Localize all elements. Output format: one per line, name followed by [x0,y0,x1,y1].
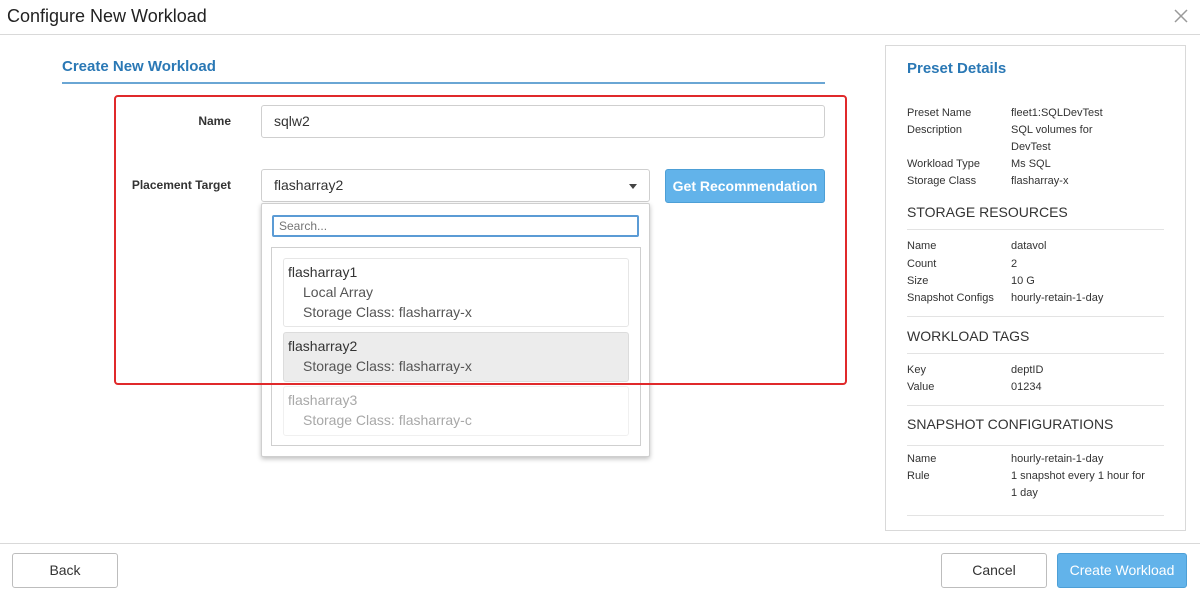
footer-divider [0,543,1200,544]
divider [907,229,1164,230]
preset-details-panel: Preset Details Preset Name fleet1:SQLDev… [885,45,1186,531]
dropdown-option-flasharray2[interactable]: flasharray2 Storage Class: flasharray-x [283,332,629,382]
field-value: 2 [1011,258,1018,270]
divider [907,316,1164,317]
placement-target-value: flasharray2 [274,177,344,193]
option-detail: Storage Class: flasharray-x [303,358,472,374]
option-name: flasharray2 [288,338,358,354]
option-detail: Local Array [303,284,374,300]
option-name: flasharray3 [288,392,358,408]
get-recommendation-button[interactable]: Get Recommendation [665,169,825,203]
dropdown-option-flasharray3: flasharray3 Storage Class: flasharray-c [283,386,629,436]
divider [907,445,1164,446]
field-value: Ms SQL [1011,158,1051,170]
section-title: Create New Workload [62,58,216,75]
close-icon[interactable] [1172,7,1190,25]
field-value: hourly-retain-1-day [1011,453,1104,465]
field-value: 01234 [1011,381,1042,393]
field-key: Size [907,275,929,287]
cancel-button[interactable]: Cancel [941,553,1047,588]
field-value: 1 snapshot every 1 hour for 1 day [1011,470,1145,499]
field-key: Key [907,364,926,376]
field-value: deptID [1011,364,1044,376]
field-value: fleet1:SQLDevTest [1011,107,1103,119]
workload-tags-heading: WORKLOAD TAGS [907,328,1030,344]
back-button[interactable]: Back [12,553,118,588]
dialog-title: Configure New Workload [7,6,207,26]
field-key: Name [907,453,937,465]
field-key: Storage Class [907,175,977,187]
dialog-titlebar: Configure New Workload [0,0,1200,35]
storage-resources-heading: STORAGE RESOURCES [907,204,1068,220]
preset-title: Preset Details [907,60,1007,77]
field-value: 10 G [1011,275,1035,287]
field-value: hourly-retain-1-day [1011,292,1104,304]
field-key: Count [907,258,937,270]
dropdown-search-input[interactable] [272,215,639,237]
placement-target-select[interactable]: flasharray2 [261,169,650,202]
field-value: flasharray-x [1011,175,1069,187]
dropdown-option-flasharray1[interactable]: flasharray1 Local Array Storage Class: f… [283,258,629,327]
field-key: Preset Name [907,107,972,119]
option-detail: Storage Class: flasharray-x [303,304,472,320]
field-value: SQL volumes for DevTest [1011,124,1093,153]
divider [907,405,1164,406]
field-key: Rule [907,470,930,482]
field-key: Name [907,240,937,252]
placement-dropdown: flasharray1 Local Array Storage Class: f… [261,203,650,457]
placement-target-label: Placement Target [131,178,231,192]
dropdown-option-list[interactable]: flasharray1 Local Array Storage Class: f… [271,247,641,446]
field-key: Snapshot Configs [907,292,994,304]
divider [907,515,1164,516]
field-key: Description [907,124,963,136]
snapshot-configurations-heading: SNAPSHOT CONFIGURATIONS [907,416,1114,432]
option-detail: Storage Class: flasharray-c [303,412,472,428]
name-label: Name [198,114,231,128]
field-key: Workload Type [907,158,980,170]
option-name: flasharray1 [288,264,358,280]
name-input[interactable]: sqlw2 [261,105,825,138]
field-key: Value [907,381,935,393]
field-value: datavol [1011,240,1047,252]
create-workload-button[interactable]: Create Workload [1057,553,1187,588]
chevron-down-icon [629,184,637,189]
divider [907,353,1164,354]
section-divider [62,82,825,84]
